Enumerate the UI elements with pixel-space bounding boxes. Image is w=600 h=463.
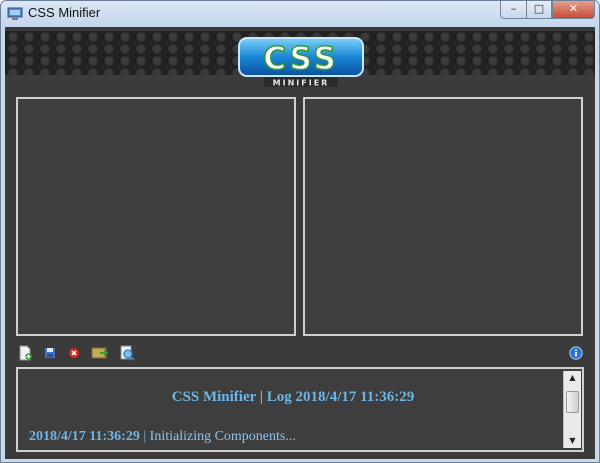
log-header: CSS Minifier | Log 2018/4/17 11:36:29 bbox=[171, 389, 415, 405]
log-entry-timestamp: 2018/4/17 11:36:29 bbox=[29, 429, 140, 444]
log-entry-separator: | bbox=[139, 429, 150, 444]
log-panel[interactable]: CSS Minifier | Log 2018/4/17 11:36:29 20… bbox=[16, 367, 584, 452]
delete-icon[interactable] bbox=[66, 345, 82, 361]
app-window: CSS Minifier – □ ✕ CSS MINIFIER CSS Mini… bbox=[0, 0, 600, 463]
preview-icon[interactable] bbox=[119, 345, 135, 361]
minimize-button[interactable]: – bbox=[500, 1, 526, 19]
scroll-thumb[interactable] bbox=[566, 391, 579, 413]
title-bar[interactable]: CSS Minifier – □ ✕ bbox=[1, 1, 599, 27]
app-icon bbox=[7, 7, 23, 20]
export-icon[interactable] bbox=[91, 345, 109, 361]
log-entry: 2018/4/17 11:36:29 | Initializing Compon… bbox=[29, 429, 296, 445]
info-icon[interactable] bbox=[569, 346, 583, 360]
log-entry-message: Initializing Components... bbox=[149, 429, 296, 444]
scroll-down-arrow-icon[interactable]: ▼ bbox=[564, 434, 581, 448]
log-scrollbar[interactable]: ▲ ▼ bbox=[563, 371, 581, 448]
logo-sub-text: MINIFIER bbox=[273, 79, 330, 88]
css-minifier-logo: CSS MINIFIER bbox=[238, 37, 364, 88]
close-button[interactable]: ✕ bbox=[552, 1, 595, 19]
input-css-pane[interactable] bbox=[16, 97, 296, 336]
output-css-pane[interactable] bbox=[303, 97, 583, 336]
save-icon[interactable] bbox=[42, 345, 58, 361]
caption-buttons: – □ ✕ bbox=[500, 1, 595, 19]
new-file-icon[interactable] bbox=[17, 345, 33, 361]
logo-main-text: CSS bbox=[263, 41, 339, 77]
window-title: CSS Minifier bbox=[28, 5, 101, 20]
client-area: CSS MINIFIER CSS Minifier | Log 2018/4/1… bbox=[5, 27, 595, 459]
scroll-up-arrow-icon[interactable]: ▲ bbox=[564, 371, 581, 385]
maximize-button[interactable]: □ bbox=[526, 1, 552, 19]
